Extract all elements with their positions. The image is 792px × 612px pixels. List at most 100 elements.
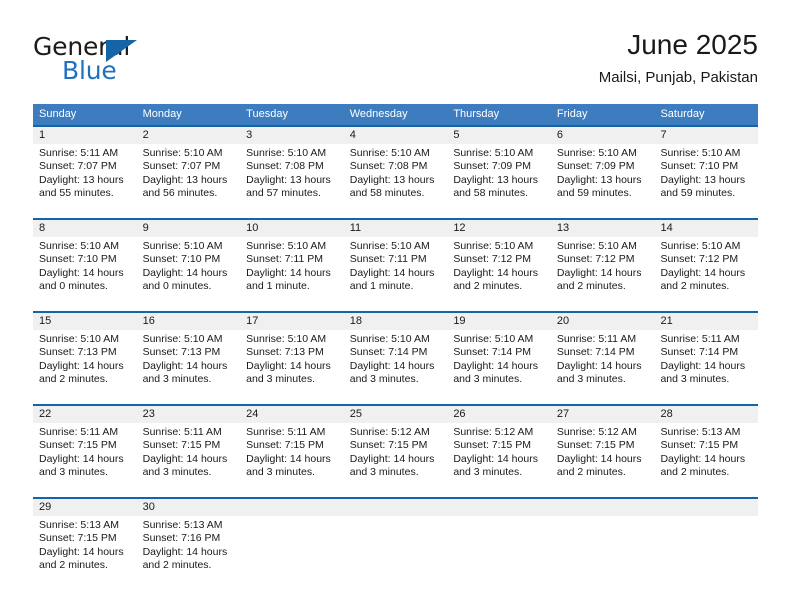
day-number[interactable]: 12 (447, 220, 551, 237)
day-number[interactable]: 25 (344, 406, 448, 423)
day-number[interactable]: 30 (137, 499, 241, 516)
day-number[interactable]: 11 (344, 220, 448, 237)
daylight-text-line1: Daylight: 14 hours (39, 266, 124, 279)
day-number[interactable]: 16 (137, 313, 241, 330)
daylight-text-line1: Daylight: 14 hours (660, 266, 746, 279)
day-number[interactable]: 6 (551, 127, 655, 144)
day-number[interactable]: 22 (33, 406, 137, 423)
daylight-text-line2: and 2 minutes. (556, 465, 626, 478)
day-number[interactable]: 24 (240, 406, 344, 423)
day-number[interactable]: 4 (344, 127, 448, 144)
day-number[interactable]: 26 (447, 406, 551, 423)
day-number-empty (344, 499, 448, 516)
day-number[interactable]: 23 (137, 406, 241, 423)
day-cell[interactable]: Sunrise: 5:10 AM Sunset: 7:09 PM Dayligh… (447, 144, 551, 218)
daylight-text-line2: and 3 minutes. (349, 372, 419, 385)
day-number[interactable]: 2 (137, 127, 241, 144)
sunset-text: Sunset: 7:14 PM (453, 346, 531, 359)
day-cell[interactable]: Sunrise: 5:10 AM Sunset: 7:07 PM Dayligh… (137, 144, 241, 218)
day-cell[interactable]: Sunrise: 5:10 AM Sunset: 7:10 PM Dayligh… (33, 237, 137, 311)
weekday-header-thursday: Thursday (453, 108, 500, 120)
sunset-text: Sunset: 7:11 PM (246, 253, 324, 266)
sunrise-text: Sunrise: 5:10 AM (556, 147, 637, 159)
day-cell[interactable]: Sunrise: 5:10 AM Sunset: 7:10 PM Dayligh… (654, 144, 758, 218)
day-number[interactable]: 15 (33, 313, 137, 330)
daylight-text-line1: Daylight: 14 hours (660, 359, 746, 372)
day-number[interactable]: 8 (33, 220, 137, 237)
sunset-text: Sunset: 7:13 PM (39, 346, 117, 359)
day-cell[interactable]: Sunrise: 5:11 AM Sunset: 7:14 PM Dayligh… (654, 330, 758, 404)
day-cell[interactable]: Sunrise: 5:10 AM Sunset: 7:12 PM Dayligh… (551, 237, 655, 311)
day-number[interactable]: 19 (447, 313, 551, 330)
day-number[interactable]: 27 (551, 406, 655, 423)
sunset-text: Sunset: 7:15 PM (349, 439, 428, 452)
day-cell[interactable]: Sunrise: 5:10 AM Sunset: 7:10 PM Dayligh… (137, 237, 241, 311)
day-cell[interactable]: Sunrise: 5:13 AM Sunset: 7:16 PM Dayligh… (137, 516, 241, 590)
daylight-text-line1: Daylight: 14 hours (349, 452, 435, 465)
day-cell[interactable]: Sunrise: 5:11 AM Sunset: 7:15 PM Dayligh… (33, 423, 137, 497)
daylight-text-line2: and 2 minutes. (39, 372, 108, 385)
daylight-text-line2: and 3 minutes. (453, 465, 523, 478)
daylight-text-line1: Daylight: 13 hours (246, 173, 331, 186)
day-cell[interactable]: Sunrise: 5:10 AM Sunset: 7:12 PM Dayligh… (654, 237, 758, 311)
day-number[interactable]: 17 (240, 313, 344, 330)
day-number[interactable]: 10 (240, 220, 344, 237)
day-cell[interactable]: Sunrise: 5:11 AM Sunset: 7:14 PM Dayligh… (551, 330, 655, 404)
sunset-text: Sunset: 7:12 PM (556, 253, 635, 266)
day-number[interactable]: 28 (654, 406, 758, 423)
sunset-text: Sunset: 7:14 PM (349, 346, 428, 359)
day-number[interactable]: 5 (447, 127, 551, 144)
daylight-text-line1: Daylight: 14 hours (142, 359, 228, 372)
sunrise-text: Sunrise: 5:10 AM (142, 333, 223, 345)
sunset-text: Sunset: 7:15 PM (142, 439, 221, 452)
day-cell[interactable]: Sunrise: 5:10 AM Sunset: 7:09 PM Dayligh… (551, 144, 655, 218)
title-block: June 2025 Mailsi, Punjab, Pakistan (599, 28, 758, 89)
day-number-row: 8 9 10 11 12 13 14 (33, 220, 758, 237)
day-number-empty (447, 499, 551, 516)
day-cell[interactable]: Sunrise: 5:10 AM Sunset: 7:13 PM Dayligh… (240, 330, 344, 404)
day-cell[interactable]: Sunrise: 5:10 AM Sunset: 7:08 PM Dayligh… (240, 144, 344, 218)
sunrise-text: Sunrise: 5:10 AM (349, 240, 430, 252)
sunset-text: Sunset: 7:16 PM (142, 532, 221, 545)
page-subtitle: Mailsi, Punjab, Pakistan (598, 69, 758, 86)
day-cell[interactable]: Sunrise: 5:11 AM Sunset: 7:15 PM Dayligh… (240, 423, 344, 497)
day-number[interactable]: 7 (654, 127, 758, 144)
day-cell[interactable]: Sunrise: 5:10 AM Sunset: 7:14 PM Dayligh… (447, 330, 551, 404)
day-number[interactable]: 29 (33, 499, 137, 516)
day-cell[interactable]: Sunrise: 5:10 AM Sunset: 7:08 PM Dayligh… (344, 144, 448, 218)
brand-logo[interactable]: General Blue (33, 32, 253, 88)
day-cell[interactable]: Sunrise: 5:12 AM Sunset: 7:15 PM Dayligh… (447, 423, 551, 497)
day-cell[interactable]: Sunrise: 5:11 AM Sunset: 7:07 PM Dayligh… (33, 144, 137, 218)
day-cell[interactable]: Sunrise: 5:10 AM Sunset: 7:11 PM Dayligh… (344, 237, 448, 311)
day-number[interactable]: 13 (551, 220, 655, 237)
sunrise-text: Sunrise: 5:10 AM (142, 147, 223, 159)
daylight-text-line1: Daylight: 13 hours (349, 173, 435, 186)
day-number[interactable]: 21 (654, 313, 758, 330)
day-number[interactable]: 1 (33, 127, 137, 144)
calendar-week-row: 22 23 24 25 26 27 28 Sunrise: 5:11 AM Su… (33, 404, 758, 497)
daylight-text-line1: Daylight: 13 hours (660, 173, 746, 186)
day-number[interactable]: 14 (654, 220, 758, 237)
day-cell[interactable]: Sunrise: 5:11 AM Sunset: 7:15 PM Dayligh… (137, 423, 241, 497)
day-number[interactable]: 18 (344, 313, 448, 330)
day-number[interactable]: 20 (551, 313, 655, 330)
sunset-text: Sunset: 7:09 PM (556, 160, 635, 173)
day-cell[interactable]: Sunrise: 5:13 AM Sunset: 7:15 PM Dayligh… (654, 423, 758, 497)
day-cell[interactable]: Sunrise: 5:12 AM Sunset: 7:15 PM Dayligh… (344, 423, 448, 497)
sunset-text: Sunset: 7:10 PM (660, 160, 739, 173)
day-cell[interactable]: Sunrise: 5:12 AM Sunset: 7:15 PM Dayligh… (551, 423, 655, 497)
weekday-header-monday: Monday (142, 108, 182, 120)
day-cell[interactable]: Sunrise: 5:10 AM Sunset: 7:13 PM Dayligh… (137, 330, 241, 404)
day-cell-empty (654, 516, 758, 590)
day-cell[interactable]: Sunrise: 5:10 AM Sunset: 7:14 PM Dayligh… (344, 330, 448, 404)
day-cell[interactable]: Sunrise: 5:10 AM Sunset: 7:13 PM Dayligh… (33, 330, 137, 404)
daylight-text-line1: Daylight: 14 hours (660, 452, 746, 465)
day-cell[interactable]: Sunrise: 5:10 AM Sunset: 7:11 PM Dayligh… (240, 237, 344, 311)
day-cell[interactable]: Sunrise: 5:10 AM Sunset: 7:12 PM Dayligh… (447, 237, 551, 311)
day-cell[interactable]: Sunrise: 5:13 AM Sunset: 7:15 PM Dayligh… (33, 516, 137, 590)
sunset-text: Sunset: 7:15 PM (556, 439, 635, 452)
day-number-row: 29 30 (33, 499, 758, 516)
day-number[interactable]: 9 (137, 220, 241, 237)
daylight-text-line1: Daylight: 14 hours (142, 452, 228, 465)
day-number[interactable]: 3 (240, 127, 344, 144)
